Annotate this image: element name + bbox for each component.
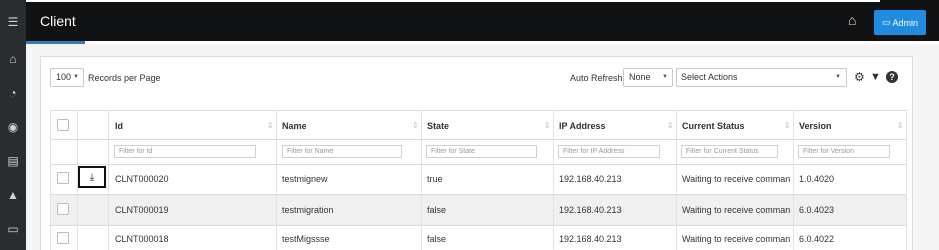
sort-icon[interactable]: ⇕: [267, 121, 274, 130]
table-border-top: [50, 110, 906, 111]
table-cell-ip-address: 192.168.40.213: [559, 205, 622, 215]
column-header-id[interactable]: Id: [115, 121, 123, 131]
menu-icon[interactable]: ☰: [0, 15, 26, 29]
sort-icon[interactable]: ⇕: [412, 121, 419, 130]
table-cell-id[interactable]: CLNT000018: [115, 234, 169, 244]
auto-refresh-label: Auto Refresh:: [570, 73, 626, 83]
sidebar-rail: ☰ ⌂ ◔ ◉ ▤ ▲ ▭: [0, 0, 26, 250]
table-filter-divider: [50, 164, 906, 165]
column-header-state[interactable]: State: [427, 121, 449, 131]
auto-refresh-select[interactable]: None ▼: [623, 68, 673, 87]
column-header-name[interactable]: Name: [282, 121, 307, 131]
records-per-page-value: 100: [56, 72, 72, 82]
table-cell-state: false: [427, 234, 447, 244]
table-row-divider: [50, 225, 906, 226]
filter-name-input[interactable]: Filter for Name: [282, 145, 402, 158]
table-col-divider: [421, 110, 422, 250]
monitor-icon[interactable]: ▭: [0, 222, 26, 236]
filter-ip-address-input[interactable]: Filter for IP Address: [558, 145, 660, 158]
download-button[interactable]: ⤓: [78, 166, 106, 188]
table-cell-version: 6.0.4022: [799, 234, 835, 244]
chevron-down-icon: ▼: [835, 74, 841, 80]
download-icon: ⤓: [89, 171, 95, 183]
table-cell-state: false: [427, 205, 447, 215]
column-header-ip-address[interactable]: IP Address: [559, 121, 606, 131]
select-all-checkbox[interactable]: [57, 119, 69, 131]
auto-refresh-value: None: [629, 72, 651, 82]
table-col-divider: [50, 110, 51, 250]
row-checkbox[interactable]: [57, 232, 69, 244]
chevron-down-icon: ▼: [662, 74, 668, 80]
table-col-divider: [553, 110, 554, 250]
gear-icon[interactable]: ⚙: [854, 71, 865, 83]
records-per-page-select[interactable]: 100 ▼: [50, 68, 84, 87]
home-icon[interactable]: ⌂: [0, 52, 26, 66]
table-cell-name: testmigration: [282, 205, 334, 215]
table-col-divider: [906, 110, 907, 250]
filter-id-input[interactable]: Filter for Id: [114, 145, 256, 158]
home-icon[interactable]: ⌂: [848, 12, 856, 28]
table-cell-name: testMigssse: [282, 234, 330, 244]
table-cell-version: 1.0.4020: [799, 174, 835, 184]
row-checkbox[interactable]: [57, 203, 69, 215]
filter-version-input[interactable]: Filter for Version: [798, 145, 890, 158]
filter-current-status-input[interactable]: Filter for Current Status: [681, 145, 778, 158]
sort-icon[interactable]: ⇕: [667, 121, 674, 130]
table-cell-state: true: [427, 174, 443, 184]
filter-icon[interactable]: ▼: [870, 71, 881, 83]
column-header-version[interactable]: Version: [799, 121, 832, 131]
table-cell-version: 6.0.4023: [799, 205, 835, 215]
row-checkbox[interactable]: [57, 172, 69, 184]
sort-icon[interactable]: ⇕: [544, 121, 551, 130]
page-title: Client: [40, 13, 76, 29]
table-cell-ip-address: 192.168.40.213: [559, 174, 622, 184]
table-cell-current-status: Waiting to receive comman...: [682, 174, 790, 184]
table-col-divider: [793, 110, 794, 250]
table-cell-current-status: Waiting to receive comman...: [682, 205, 790, 215]
select-actions-value: Select Actions: [681, 72, 738, 82]
table-header-divider: [50, 139, 906, 140]
table-col-divider: [676, 110, 677, 250]
laptop-icon: ▭: [881, 17, 891, 27]
sort-icon[interactable]: ⇕: [784, 121, 791, 130]
select-actions-dropdown[interactable]: Select Actions ▼: [676, 68, 847, 87]
filter-state-input[interactable]: Filter for State: [426, 145, 537, 158]
records-per-page-label: Records per Page: [88, 73, 161, 83]
sort-icon[interactable]: ⇕: [897, 121, 904, 130]
chevron-down-icon: ▼: [73, 74, 79, 80]
table-cell-ip-address: 192.168.40.213: [559, 234, 622, 244]
table-col-divider: [276, 110, 277, 250]
help-icon[interactable]: ?: [886, 71, 898, 83]
table-cell-current-status: Waiting to receive comman...: [682, 234, 790, 244]
table-col-divider: [108, 110, 109, 250]
admin-button[interactable]: ▭ Admin: [874, 10, 926, 35]
table-cell-id[interactable]: CLNT000019: [115, 205, 169, 215]
binoculars-icon[interactable]: ◉: [0, 120, 26, 134]
table-row-divider: [50, 194, 906, 195]
top-bar: [26, 2, 939, 41]
table-cell-name: testmignew: [282, 174, 328, 184]
list-icon[interactable]: ▤: [0, 154, 26, 168]
dashboard-icon[interactable]: ◔: [0, 86, 26, 100]
column-header-current-status[interactable]: Current Status: [682, 121, 745, 131]
table-cell-id[interactable]: CLNT000020: [115, 174, 169, 184]
alert-icon[interactable]: ▲: [0, 188, 26, 202]
admin-label: Admin: [892, 17, 919, 28]
